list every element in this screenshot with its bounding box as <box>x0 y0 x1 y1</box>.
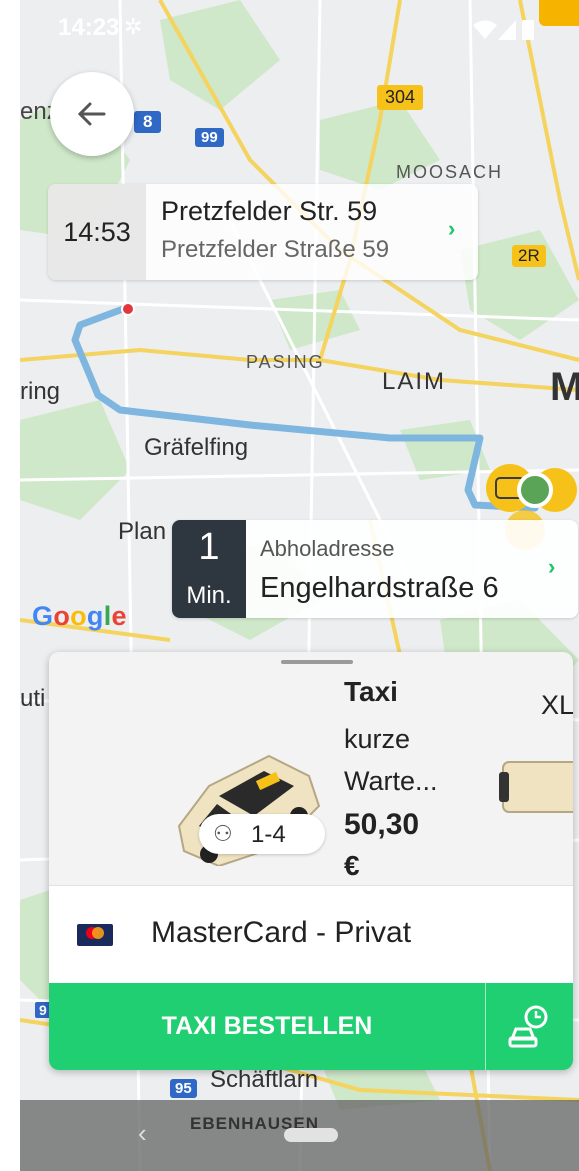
payment-method-label: MasterCard - Privat <box>151 916 412 949</box>
eta-unit: Min. <box>186 582 232 609</box>
pickup-card[interactable]: 1 Min. Abholadresse Engelhardstraße 6 › <box>172 520 578 618</box>
mastercard-icon <box>77 924 113 946</box>
capacity-badge: ⚇ 1-4 <box>199 814 325 854</box>
map-label-ring: ring <box>20 378 61 405</box>
system-nav-bar: EBENHAUSEN ‹ <box>20 1100 579 1171</box>
pickup-address: Engelhardstraße 6 <box>260 572 499 604</box>
order-bar: TAXI BESTELLEN <box>49 983 573 1070</box>
vehicle-price: 50,30 <box>344 808 420 841</box>
arrow-left-icon <box>77 102 106 126</box>
people-icon: ⚇ <box>213 821 233 846</box>
vehicle-description-line1: kurze <box>344 724 411 754</box>
xl-van-image[interactable] <box>499 752 573 822</box>
destination-card[interactable]: 14:53 Pretzfelder Str. 59 Pretzfelder St… <box>48 184 478 280</box>
schedule-ride-button[interactable] <box>486 983 573 1070</box>
pickup-label: Abholadresse <box>260 536 395 561</box>
road-badge-95: 95 <box>170 1079 197 1098</box>
google-logo-letter: g <box>86 601 104 631</box>
chevron-right-icon: › <box>448 216 456 241</box>
notification-indicator <box>539 0 579 26</box>
vehicle-description-line2: Warte... <box>344 766 438 796</box>
google-logo-letter: l <box>103 601 112 631</box>
google-logo-letter: G <box>32 601 54 631</box>
app-screen: enz 304 8 99 MOOSACH 2R PASING LAIM M ri… <box>20 0 579 1171</box>
order-taxi-button[interactable]: TAXI BESTELLEN <box>49 983 485 1070</box>
signal-icon <box>498 20 516 40</box>
vehicle-option-xl-label[interactable]: XL <box>541 690 573 721</box>
booking-sheet: ⚇ 1-4 Taxi kurze Warte... 50,30 € XL Mas… <box>49 652 573 1070</box>
road-badge-99: 99 <box>195 128 224 147</box>
battery-icon <box>522 20 534 40</box>
nav-back-icon[interactable]: ‹ <box>138 1118 147 1149</box>
map-label-pasing: PASING <box>246 352 325 372</box>
vehicle-currency: € <box>344 850 360 881</box>
payment-method-row[interactable]: MasterCard - Privat <box>49 885 573 984</box>
road-badge-304: 304 <box>377 85 424 110</box>
destination-subtitle: Pretzfelder Straße 59 <box>161 236 390 263</box>
google-logo-letter: o <box>53 601 71 631</box>
google-logo: Google <box>32 601 127 632</box>
road-badge-2r: 2R <box>512 245 546 267</box>
arrival-time: 14:53 <box>48 184 146 280</box>
map-label-graefelfing: Gräfelfing <box>144 434 249 461</box>
wifi-icon <box>473 20 497 39</box>
nav-home-pill[interactable] <box>284 1128 338 1142</box>
eta-value: 1 <box>198 526 220 568</box>
google-logo-letter: o <box>70 601 87 631</box>
map-label-plan: Plan <box>118 518 167 545</box>
google-logo-letter: e <box>111 601 127 631</box>
status-time: 14:23 <box>58 14 120 41</box>
map-label-laim: LAIM <box>382 368 447 395</box>
pickup-eta-box: 1 Min. <box>172 520 246 618</box>
chevron-right-icon: › <box>548 554 556 579</box>
map-label-schaeftlarn: Schäftlarn <box>210 1066 319 1093</box>
car-clock-icon <box>508 1005 548 1048</box>
road-badge-8: 8 <box>134 111 162 133</box>
brightness-icon: ✲ <box>124 14 143 39</box>
back-button[interactable] <box>50 72 134 156</box>
map-label-moosach: MOOSACH <box>396 162 504 182</box>
map-label-m: M <box>550 365 579 409</box>
capacity-value: 1-4 <box>251 821 286 848</box>
map-label-uti: uti <box>20 685 46 712</box>
vehicle-name: Taxi <box>344 676 398 707</box>
status-bar: 14:23 ✲ <box>20 0 579 58</box>
destination-title: Pretzfelder Str. 59 <box>161 196 378 226</box>
vehicle-option-taxi[interactable]: ⚇ 1-4 Taxi kurze Warte... 50,30 € <box>49 652 573 885</box>
